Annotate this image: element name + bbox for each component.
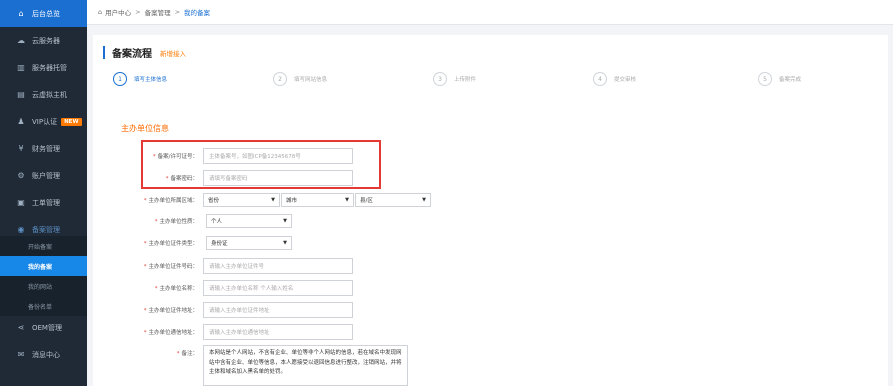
record-icon: ◉	[17, 225, 25, 234]
name-label: * 主办单位名称：	[154, 286, 198, 292]
sidebar-item-label: 消息中心	[32, 350, 60, 359]
sidebar-subitem[interactable]: 我的网站	[0, 276, 87, 296]
county-select[interactable]: 县/区 ▼	[355, 193, 431, 207]
sidebar-item[interactable]: ♟ VIP认证 NEW	[0, 108, 87, 135]
license-label: * 备案/许可证号：	[152, 154, 198, 160]
title-accent-bar	[103, 46, 105, 59]
sidebar-item[interactable]: ▥ 服务器托管	[0, 54, 87, 81]
page-header: 备案流程 新增接入	[103, 45, 186, 60]
idaddr-input[interactable]: 请输入主办单位证件地址	[203, 302, 353, 318]
breadcrumb-separator: >	[135, 8, 141, 16]
sidebar-item[interactable]: ✉ 消息中心	[0, 341, 87, 368]
sidebar-item-label: 云虚拟主机	[32, 90, 67, 99]
city-select[interactable]: 城市 ▼	[281, 193, 354, 207]
cloud-icon: ☁	[17, 36, 25, 45]
chevron-down-icon: ▼	[283, 218, 287, 224]
step-number: 3	[433, 72, 447, 86]
breadcrumb-separator: >	[174, 8, 181, 16]
step-number: 5	[758, 72, 772, 86]
step-5: 5 备案完成	[758, 72, 801, 86]
page-title: 备案流程	[112, 49, 152, 60]
sidebar-item-label: 备案管理	[32, 225, 60, 234]
password-input[interactable]: 请填写备案密码	[203, 170, 353, 186]
idtype-label: * 主办单位证件类型：	[143, 241, 198, 247]
license-input[interactable]: 主体备案号，如图ICP备12345678号	[203, 148, 353, 164]
home-icon: ⌂	[98, 8, 103, 16]
idaddr-label: * 主办单位证件地址：	[143, 308, 198, 314]
sidebar-item[interactable]: ▤ 云虚拟主机	[0, 81, 87, 108]
chevron-down-icon: ▼	[345, 197, 349, 203]
sidebar-item[interactable]: ⌂ 后台总览	[0, 0, 87, 27]
sidebar-item-label: 财务管理	[32, 144, 60, 153]
yen-icon: ¥	[18, 144, 24, 153]
sidebar-item[interactable]: ⚙ 账户管理	[0, 162, 87, 189]
remark-label: * 备注：	[176, 351, 198, 357]
sidebar-item[interactable]: ⋖ OEM管理	[0, 314, 87, 341]
home-icon: ⌂	[18, 9, 24, 18]
message-icon: ✉	[17, 350, 25, 359]
new-badge: NEW	[61, 117, 82, 126]
step-indicator: 1 填写主体信息 2 填写网站信息 3 上传附件 4 提交审核 5 备案完成	[93, 72, 888, 90]
nature-label: * 主办单位性质：	[154, 219, 198, 225]
page-subtitle: 新增接入	[160, 49, 186, 58]
remark-textarea[interactable]: 本网站是个人网站，不含有企业、单位等非个人网站的信息，若在域名中发现网站中含有企…	[203, 345, 408, 386]
chevron-down-icon: ▼	[283, 240, 287, 246]
chevron-down-icon: ▼	[271, 197, 275, 203]
step-number: 2	[273, 72, 287, 86]
sidebar-item-label: 后台总览	[32, 9, 60, 18]
account-icon: ⚙	[17, 171, 25, 180]
sidebar-item-label: 账户管理	[32, 171, 60, 180]
sidebar-item[interactable]: ☁ 云服务器	[0, 27, 87, 54]
section-title: 主办单位信息	[121, 124, 169, 133]
breadcrumb-parent[interactable]: 备案管理	[145, 7, 171, 17]
name-input[interactable]: 请输入主办单位名称 个人输入姓名	[203, 280, 353, 296]
sidebar-item-label: 云服务器	[32, 36, 60, 45]
step-number: 1	[113, 72, 127, 86]
idnum-input[interactable]: 请输入主办单位证件号	[203, 258, 353, 274]
ticket-icon: ▣	[17, 198, 25, 207]
province-select[interactable]: 省份 ▼	[203, 193, 280, 207]
step-number: 4	[593, 72, 607, 86]
step-3: 3 上传附件	[433, 72, 476, 86]
step-label: 备案完成	[779, 77, 802, 83]
region-label: * 主办单位所属区域：	[143, 198, 198, 204]
sidebar-item-label: VIP认证	[32, 117, 58, 126]
sidebar-item[interactable]: ¥ 财务管理	[0, 135, 87, 162]
nature-select[interactable]: 个人 ▼	[206, 214, 292, 228]
idnum-label: * 主办单位证件号码：	[143, 264, 198, 270]
sidebar-item-label: OEM管理	[32, 323, 62, 332]
sidebar: ⌂ 后台总览 ☁ 云服务器 ▥ 服务器托管 ▤ 云虚拟主机 ♟ VIP认证 NEW ¥ 财务管理 ⚙ 账户管…	[0, 0, 87, 386]
step-label: 上传附件	[454, 77, 477, 83]
sidebar-item[interactable]: ▣ 工单管理	[0, 189, 87, 216]
step-label: 填写主体信息	[134, 77, 168, 83]
password-label: * 备案密码：	[165, 176, 198, 182]
chevron-down-icon: ▼	[422, 197, 426, 203]
server-icon: ▥	[17, 63, 25, 72]
sidebar-item-label: 工单管理	[32, 198, 60, 207]
share-icon: ⋖	[17, 323, 25, 332]
breadcrumb-home[interactable]: 用户中心	[105, 7, 131, 17]
step-2: 2 填写网站信息	[273, 72, 327, 86]
host-icon: ▤	[17, 90, 25, 99]
breadcrumb-current[interactable]: 我的备案	[184, 7, 210, 17]
breadcrumb: ⌂ 用户中心 > 备案管理 > 我的备案	[87, 0, 893, 25]
sidebar-subitem[interactable]: 我的备案	[0, 256, 87, 276]
sidebar-subitem[interactable]: 开始备案	[0, 236, 87, 256]
step-1: 1 填写主体信息	[113, 72, 167, 86]
step-label: 填写网站信息	[294, 77, 328, 83]
step-label: 提交审核	[614, 77, 637, 83]
sidebar-subitem[interactable]: 备份名单	[0, 296, 87, 316]
user-icon: ♟	[17, 117, 25, 126]
addr-input[interactable]: 请输入主办单位通信地址	[203, 324, 353, 340]
sidebar-item-label: 服务器托管	[32, 63, 67, 72]
idtype-select[interactable]: 身份证 ▼	[206, 236, 292, 250]
step-4: 4 提交审核	[593, 72, 636, 86]
addr-label: * 主办单位通信地址：	[143, 330, 198, 336]
